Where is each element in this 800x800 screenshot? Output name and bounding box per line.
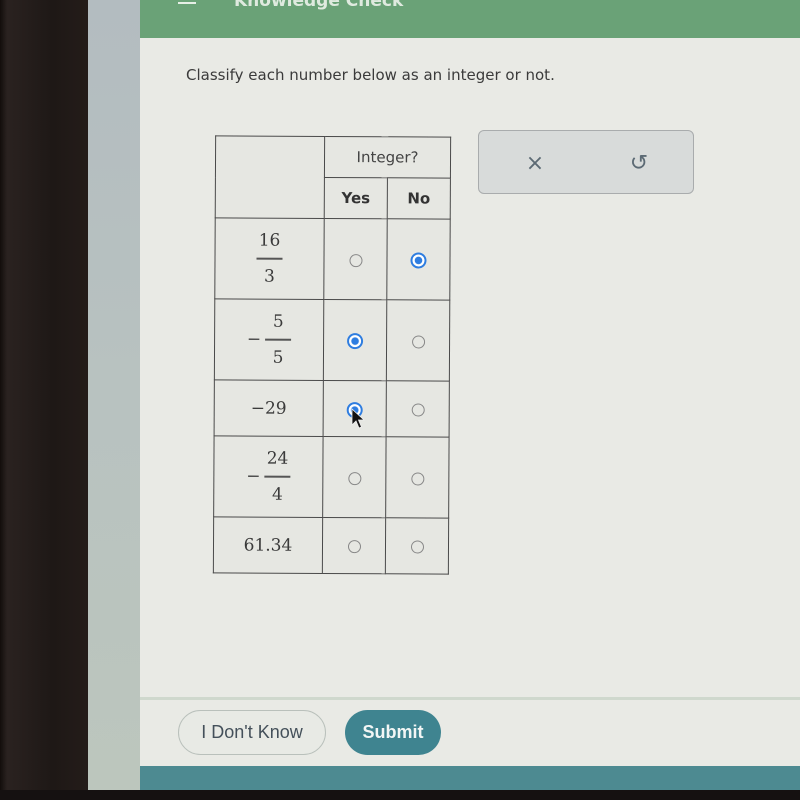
table-row: −24 4 — [213, 435, 450, 519]
app-header: Knowledge Check — [140, 0, 800, 38]
denominator: 3 — [263, 266, 275, 287]
number-label: −29 — [250, 398, 287, 419]
fraction: 16 3 — [256, 230, 283, 287]
classification-table: Integer? Yes No 16 3−5 5 −29−24 4 61.34 — [212, 135, 452, 575]
column-header-yes: Yes — [324, 177, 388, 219]
radio-yes[interactable] — [347, 540, 361, 554]
screen: Knowledge Check Classify each number bel… — [140, 0, 800, 790]
denominator: 5 — [272, 347, 284, 368]
hamburger-icon[interactable] — [178, 0, 196, 8]
question-prompt: Classify each number below as an integer… — [186, 66, 555, 84]
undo-icon[interactable]: ↺ — [619, 145, 659, 181]
number-label: 61.34 — [243, 535, 293, 556]
fraction-bar — [256, 257, 283, 260]
radio-cell-yes — [323, 299, 387, 381]
denominator: 4 — [271, 484, 283, 505]
fraction: −24 4 — [246, 449, 291, 505]
radio-no[interactable] — [411, 334, 425, 348]
radio-cell-yes — [322, 436, 387, 518]
fraction-bar — [264, 475, 291, 478]
submit-button[interactable]: Submit — [345, 710, 441, 755]
number-cell: −29 — [214, 379, 324, 437]
table-row: 61.34 — [213, 516, 449, 575]
numerator: 24 — [266, 448, 289, 470]
fraction-bar — [265, 338, 292, 341]
number-cell: 61.34 — [213, 516, 323, 574]
radio-no[interactable] — [410, 540, 424, 554]
radio-cell-no — [386, 218, 451, 301]
empty-header-cell — [215, 135, 325, 219]
device-edge — [0, 790, 800, 800]
table-row: −5 5 — [214, 298, 450, 382]
negative-sign: − — [246, 329, 262, 350]
radio-cell-no — [385, 436, 450, 519]
radio-cell-no — [386, 299, 450, 382]
number-cell: −5 5 — [214, 298, 324, 381]
radio-yes[interactable] — [347, 333, 364, 350]
mouse-cursor-icon — [351, 408, 365, 429]
column-header-no: No — [387, 177, 451, 220]
numerator: 16 — [258, 230, 281, 251]
number-cell: −24 4 — [213, 435, 324, 518]
radio-cell-no — [386, 380, 450, 438]
side-panel — [88, 0, 140, 790]
footer-bar — [140, 766, 800, 790]
radio-no[interactable] — [410, 252, 427, 269]
integer-group-header: Integer? — [324, 136, 451, 179]
radio-no[interactable] — [411, 403, 425, 417]
device-bezel — [0, 0, 88, 800]
table-row: 16 3 — [214, 217, 451, 301]
number-cell: 16 3 — [214, 217, 325, 300]
table-row: −29 — [214, 379, 450, 438]
answer-tools: × ↺ — [478, 130, 694, 194]
close-icon[interactable]: × — [515, 145, 555, 181]
radio-cell-yes — [323, 218, 388, 300]
radio-yes[interactable] — [347, 471, 361, 485]
radio-no[interactable] — [410, 471, 424, 485]
numerator: 5 — [272, 311, 284, 332]
dont-know-button[interactable]: I Don't Know — [178, 710, 326, 755]
page-title: Knowledge Check — [234, 0, 404, 11]
radio-cell-no — [385, 517, 449, 575]
radio-yes[interactable] — [348, 253, 363, 267]
fraction: −5 5 — [247, 312, 292, 368]
negative-sign: − — [246, 466, 261, 487]
footer-divider — [140, 697, 800, 700]
radio-cell-yes — [322, 517, 386, 574]
